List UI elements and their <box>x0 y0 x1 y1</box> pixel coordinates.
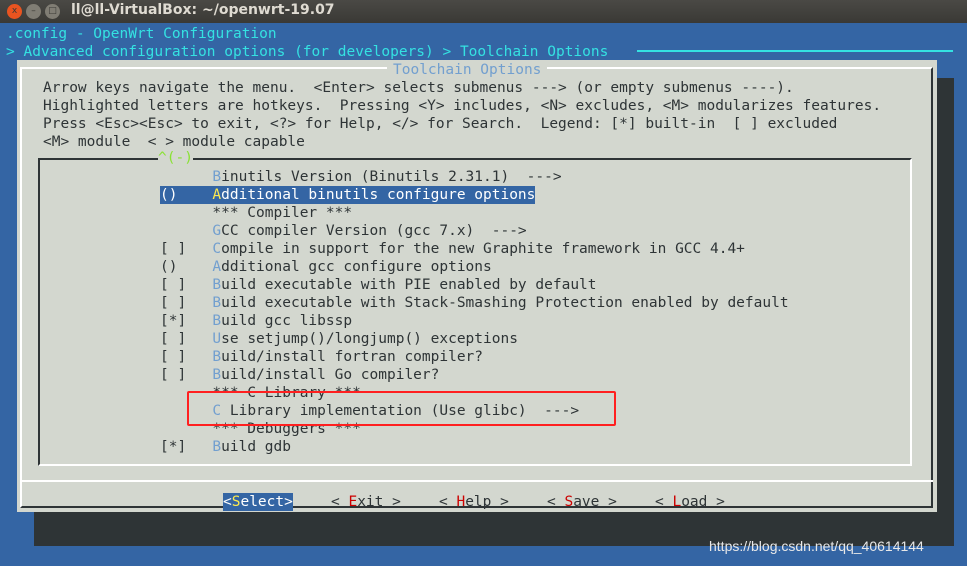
config-line: .config - OpenWrt Configuration <box>6 26 277 42</box>
help-line: Press <Esc><Esc> to exit, <?> for Help, … <box>43 116 838 132</box>
menu-item[interactable]: [*] Build gdb <box>160 438 291 456</box>
window-title: ll@ll-VirtualBox: ~/openwrt-19.07 <box>71 2 335 18</box>
button-save[interactable]: < Save > <box>547 493 617 511</box>
item-label: uild executable with Stack-Smashing Prot… <box>221 295 789 311</box>
item-hotkey: B <box>212 313 222 329</box>
item-label: ompile in support for the new Graphite f… <box>221 241 745 257</box>
toolchain-dialog: Toolchain Options Arrow keys navigate th… <box>17 60 937 512</box>
item-hotkey: B <box>212 277 222 293</box>
item-label: inutils Version (Binutils 2.31.1) ---> <box>221 169 562 185</box>
menu-item[interactable]: [ ] Use setjump()/longjump() exceptions <box>160 330 518 348</box>
button-load[interactable]: < Load > <box>655 493 725 511</box>
menu-item[interactable]: GCC compiler Version (gcc 7.x) ---> <box>160 222 527 240</box>
item-hotkey: G <box>212 223 222 239</box>
item-state: [*] <box>160 313 213 329</box>
button-pre: < <box>547 494 565 510</box>
item-label: uild/install fortran compiler? <box>221 349 484 365</box>
scroll-indicator: ^(-) <box>158 149 193 167</box>
minimize-button[interactable]: – <box>26 4 41 19</box>
item-hotkey: B <box>212 169 222 185</box>
item-label: dditional gcc configure options <box>221 259 492 275</box>
item-state <box>160 169 212 185</box>
breadcrumb-rule <box>637 50 953 52</box>
annotation-highlight-box <box>187 391 616 426</box>
button-separator <box>20 480 933 482</box>
button-help[interactable]: < Help > <box>439 493 509 511</box>
menu-item[interactable]: Binutils Version (Binutils 2.31.1) ---> <box>160 168 562 186</box>
button-post: elp > <box>465 494 509 510</box>
button-pre: < <box>331 494 349 510</box>
button-exit[interactable]: < Exit > <box>331 493 401 511</box>
item-state: [ ] <box>160 349 213 365</box>
menu-item[interactable]: [ ] Build executable with Stack-Smashing… <box>160 294 789 312</box>
button-post: xit > <box>357 494 401 510</box>
button-post: ave > <box>573 494 617 510</box>
breadcrumb: > Advanced configuration options (for de… <box>6 44 609 60</box>
item-state: [ ] <box>160 295 213 311</box>
menu-item[interactable]: [ ] Build/install fortran compiler? <box>160 348 483 366</box>
item-hotkey: B <box>212 295 222 311</box>
menu-item[interactable]: [ ] Compile in support for the new Graph… <box>160 240 745 258</box>
button-hotkey: L <box>672 494 682 510</box>
button-select[interactable]: <Select> <box>223 493 293 511</box>
item-state: () <box>160 187 213 203</box>
item-label: uild/install Go compiler? <box>221 367 440 383</box>
button-hotkey: E <box>348 494 358 510</box>
menu-item[interactable]: () Additional gcc configure options <box>160 258 492 276</box>
dialog-title: Toolchain Options <box>387 61 548 79</box>
item-label: uild gcc libssp <box>221 313 353 329</box>
item-hotkey: A <box>212 259 222 275</box>
item-state: [ ] <box>160 277 213 293</box>
button-pre: < <box>223 494 232 510</box>
item-state: [ ] <box>160 241 213 257</box>
item-hotkey: B <box>212 439 222 455</box>
item-hotkey: B <box>212 367 222 383</box>
button-pre: < <box>439 494 457 510</box>
item-label: se setjump()/longjump() exceptions <box>221 331 518 347</box>
item-label: CC compiler Version (gcc 7.x) ---> <box>221 223 527 239</box>
help-line: Highlighted letters are hotkeys. Pressin… <box>43 98 882 114</box>
window-titlebar: x – □ ll@ll-VirtualBox: ~/openwrt-19.07 <box>0 0 967 23</box>
menu-item[interactable]: [ ] Build/install Go compiler? <box>160 366 439 384</box>
close-button[interactable]: x <box>7 4 22 19</box>
item-state: [*] <box>160 439 213 455</box>
menu-item[interactable]: [ ] Build executable with PIE enabled by… <box>160 276 597 294</box>
item-state: () <box>160 259 213 275</box>
watermark: https://blog.csdn.net/qq_40614144 <box>709 538 924 554</box>
item-hotkey: C <box>212 241 222 257</box>
menu-item[interactable]: [*] Build gcc libssp <box>160 312 352 330</box>
item-hotkey: A <box>212 187 222 203</box>
button-hotkey: H <box>456 494 466 510</box>
button-pre: < <box>655 494 673 510</box>
item-label: uild gdb <box>221 439 291 455</box>
button-post: elect> <box>240 494 293 510</box>
help-line: Arrow keys navigate the menu. <Enter> se… <box>43 80 794 96</box>
maximize-button[interactable]: □ <box>45 4 60 19</box>
item-hotkey: B <box>212 349 222 365</box>
item-label: uild executable with PIE enabled by defa… <box>221 277 597 293</box>
item-state: [ ] <box>160 367 213 383</box>
item-label: dditional binutils configure options <box>221 187 536 203</box>
item-state <box>160 223 212 239</box>
item-state: [ ] <box>160 331 213 347</box>
item-label: *** Compiler *** <box>212 205 353 221</box>
item-hotkey: U <box>212 331 222 347</box>
menu-item[interactable]: () Additional binutils configure options <box>160 186 536 204</box>
button-post: oad > <box>681 494 725 510</box>
item-state <box>160 205 212 221</box>
menu-item[interactable]: *** Compiler *** <box>160 204 352 222</box>
button-hotkey: S <box>564 494 574 510</box>
